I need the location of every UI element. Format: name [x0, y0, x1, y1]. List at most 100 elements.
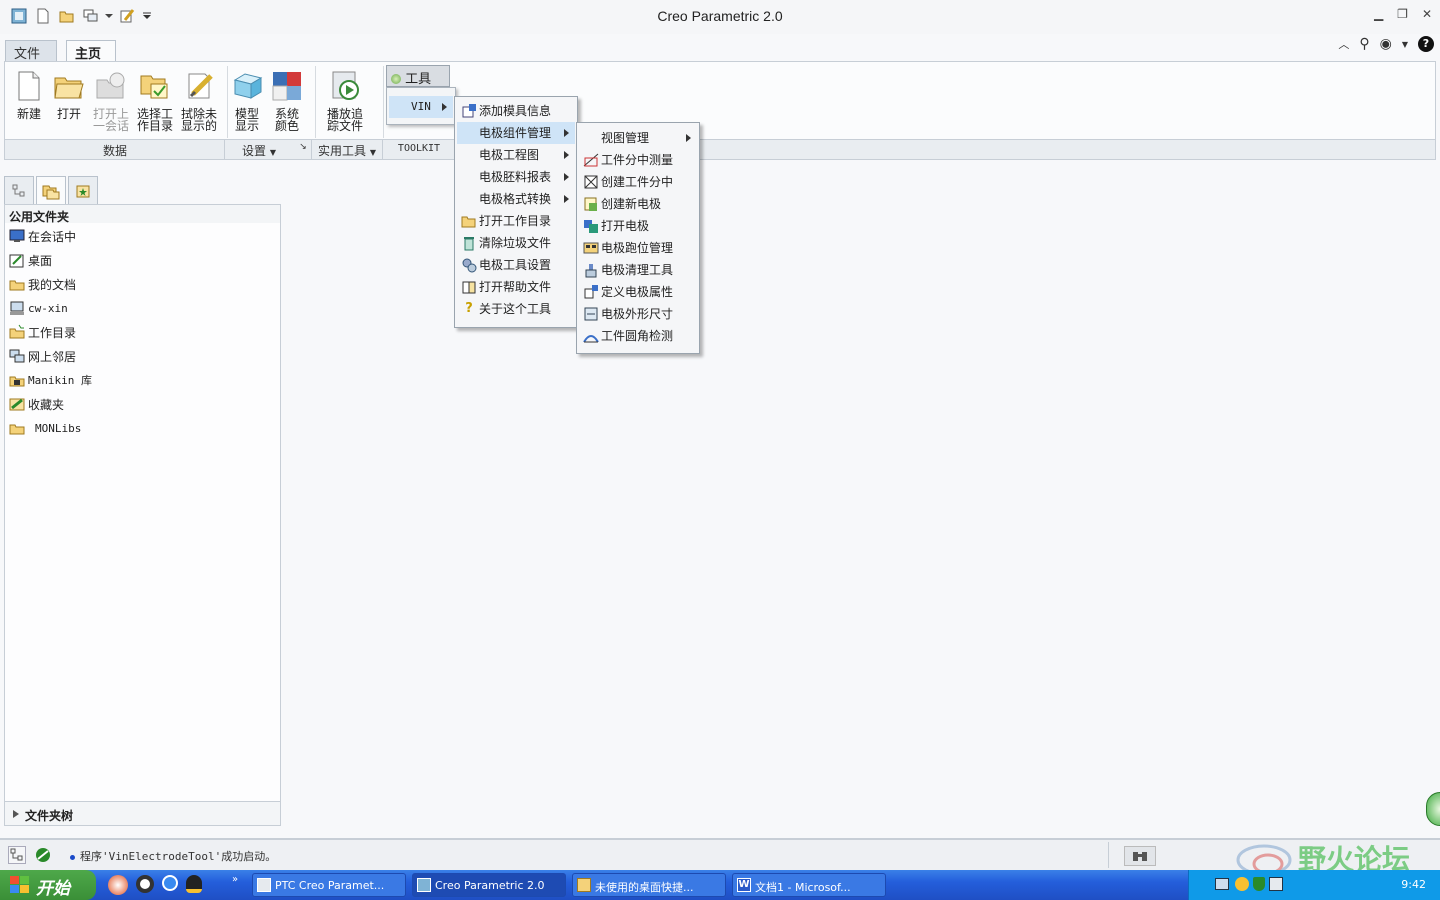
menu-label: 电极工具设置	[479, 258, 552, 272]
taskbar-item-creo-parametric[interactable]: Creo Parametric 2.0	[412, 873, 566, 897]
new-button[interactable]: 新建	[7, 66, 51, 120]
menu-label: 定义电极属性	[601, 285, 674, 299]
menu-item-open-help[interactable]: 打开帮助文件	[457, 276, 575, 298]
menu-label: 清除垃圾文件	[479, 236, 552, 250]
tab-file[interactable]: 文件 ▼	[5, 40, 57, 75]
browser-toggle-icon[interactable]	[32, 846, 54, 864]
model-tree-tab[interactable]	[4, 176, 34, 204]
quick-launch-expand-icon[interactable]: »	[232, 874, 238, 885]
menu-label: 电极胚料报表	[479, 170, 552, 184]
system-tray: 9:42	[1188, 870, 1440, 900]
network-icon	[9, 348, 25, 364]
taskbar-item-desktop-shortcuts[interactable]: 未使用的桌面快捷...	[572, 873, 726, 897]
security-tray-icon[interactable]	[1235, 877, 1249, 891]
menu-item-create-center[interactable]: 创建工件分中	[579, 171, 697, 193]
menu-item-blank-report[interactable]: 电极胚料报表	[457, 166, 575, 188]
erase-not-displayed-button[interactable]: 拭除未 显示的	[177, 66, 221, 132]
group-label-utilities[interactable]: 实用工具 ▼	[315, 142, 379, 159]
app-tray-icon[interactable]	[1269, 877, 1283, 891]
assistant-float-icon[interactable]	[1426, 792, 1440, 826]
toggle-navigator-icon[interactable]	[8, 846, 26, 864]
folder-item-working-dir[interactable]: 工作目录	[9, 322, 76, 342]
folder-tree-toggle[interactable]: 文件夹树	[5, 801, 280, 825]
clock[interactable]: 9:42	[1401, 878, 1426, 891]
folder-item-manikin-library[interactable]: Manikin 库	[9, 370, 92, 390]
menu-item-define-properties[interactable]: 定义电极属性	[579, 281, 697, 303]
selection-filter-icon[interactable]	[1124, 846, 1156, 866]
menu-item-open-electrode[interactable]: 打开电极	[579, 215, 697, 237]
help-icon[interactable]: ?	[1418, 36, 1434, 52]
folder-item-favorites[interactable]: 收藏夹	[9, 394, 64, 414]
window-title: Creo Parametric 2.0	[657, 8, 783, 24]
open-button[interactable]: 打开	[47, 66, 91, 120]
menu-label: 电极跑位管理	[601, 241, 674, 255]
select-working-dir-button[interactable]: 选择工 作目录	[133, 66, 177, 132]
menu-item-open-working-dir[interactable]: 打开工作目录	[457, 210, 575, 232]
folder-item-network[interactable]: 网上邻居	[9, 346, 76, 366]
model-display-label-2: 显示	[234, 119, 259, 133]
community-dropdown-icon[interactable]: ▼	[1402, 40, 1408, 49]
menu-item-center-measure[interactable]: 工件分中测量	[579, 149, 697, 171]
group-label-toolkit: TOOLKIT	[397, 143, 441, 154]
folder-item-my-documents[interactable]: 我的文档	[9, 274, 76, 294]
menu-label: 电极外形尺寸	[601, 307, 674, 321]
folder-item-computer[interactable]: cw-xin	[9, 298, 68, 318]
community-icon[interactable]: ◉	[1380, 36, 1392, 52]
ribbon-tabs: 文件 ▼ 主页	[0, 38, 1440, 75]
menu-item-vin[interactable]: VIN	[389, 96, 453, 118]
group-label-settings[interactable]: 设置 ▼	[239, 142, 279, 159]
task-label: PTC Creo Paramet...	[275, 879, 385, 892]
tools-label: 工具	[405, 72, 432, 87]
shield-tray-icon[interactable]	[1253, 877, 1265, 891]
folder-browser-tab[interactable]	[36, 176, 66, 204]
play-trail-file-button[interactable]: 播放追 踪文件	[323, 66, 367, 132]
open-last-session-button[interactable]: 打开上 一会话	[89, 66, 133, 132]
media-player-icon[interactable]	[136, 875, 154, 893]
menu-label: 打开工作目录	[479, 214, 552, 228]
folder-item-in-session[interactable]: 在会话中	[9, 226, 76, 246]
settings-launcher-icon[interactable]: ↘	[297, 142, 309, 152]
search-icon[interactable]: ⚲	[1359, 36, 1369, 52]
menu-item-tool-settings[interactable]: 电极工具设置	[457, 254, 575, 276]
menu-item-add-mold-info[interactable]: 添加模具信息	[457, 100, 575, 122]
favorites-icon	[76, 185, 90, 197]
network-tray-icon[interactable]	[1215, 878, 1229, 890]
menu-item-fillet-check[interactable]: 工件圆角检测	[579, 325, 697, 347]
menu-item-electrode-drawing[interactable]: 电极工程图	[457, 144, 575, 166]
browser-icon[interactable]	[162, 875, 178, 891]
menu-item-cleanup-tool[interactable]: 电极清理工具	[579, 259, 697, 281]
menu-item-outline-dimensions[interactable]: 电极外形尺寸	[579, 303, 697, 325]
menu-item-create-electrode[interactable]: 创建新电极	[579, 193, 697, 215]
qq-icon[interactable]	[186, 875, 202, 893]
taskbar-item-ptc-creo[interactable]: PTC Creo Paramet...	[252, 873, 406, 897]
close-icon[interactable]: ✕	[1422, 7, 1432, 21]
favorites-tab[interactable]	[68, 176, 98, 204]
menu-item-electrode-assembly[interactable]: 电极组件管理	[457, 122, 575, 144]
system-colors-button[interactable]: 系统 颜色	[265, 66, 309, 132]
minimize-icon[interactable]: ▁	[1374, 7, 1383, 21]
tab-home[interactable]: 主页	[66, 40, 116, 62]
folder-label: 网上邻居	[28, 349, 77, 364]
restore-icon[interactable]: ❐	[1397, 7, 1408, 21]
task-label: 文档1 - Microsof...	[755, 881, 851, 894]
folder-item-monlibs[interactable]: MONLibs	[9, 418, 81, 438]
folder-label: 工作目录	[28, 325, 77, 340]
creo-app-icon	[257, 878, 271, 892]
cleanup-icon	[583, 262, 599, 278]
taskbar-item-word[interactable]: W 文档1 - Microsof...	[732, 873, 886, 897]
windows-logo-icon	[10, 876, 29, 893]
start-button[interactable]: 开始	[0, 870, 96, 900]
system-colors-label-2: 颜色	[274, 119, 299, 133]
menu-item-clear-junk[interactable]: 清除垃圾文件	[457, 232, 575, 254]
menu-item-about[interactable]: ? 关于这个工具	[457, 298, 575, 320]
properties-icon	[583, 284, 599, 300]
model-display-button[interactable]: 模型 显示	[225, 66, 269, 132]
menu-item-position-manager[interactable]: 电极跑位管理	[579, 237, 697, 259]
paint-icon[interactable]	[108, 875, 128, 895]
tools-dropdown-button[interactable]: 工具 ▼	[386, 65, 450, 100]
menu-item-format-convert[interactable]: 电极格式转换	[457, 188, 575, 210]
minimize-ribbon-icon[interactable]: ︿	[1338, 36, 1349, 52]
folder-item-desktop[interactable]: 桌面	[9, 250, 52, 270]
menu-item-view-manager[interactable]: 视图管理	[579, 127, 697, 149]
menu-label: 创建新电极	[601, 197, 662, 211]
